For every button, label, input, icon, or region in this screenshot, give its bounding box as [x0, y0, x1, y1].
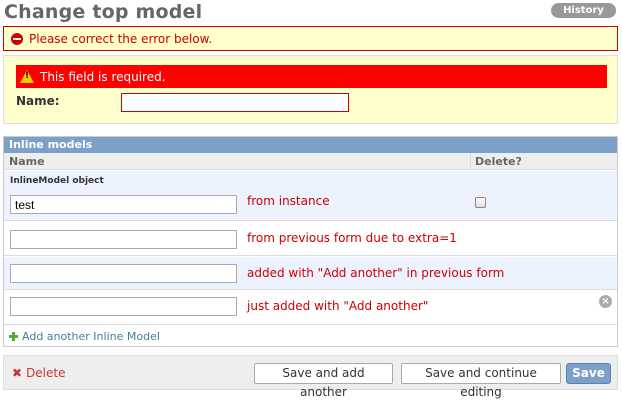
- error-note: Please correct the error below.: [3, 26, 618, 51]
- error-note-text: Please correct the error below.: [29, 31, 213, 46]
- delete-x-icon: ✖: [12, 366, 23, 380]
- history-button[interactable]: History: [551, 3, 616, 18]
- submit-row: ✖ Delete Save and add another Save and c…: [3, 355, 618, 399]
- remove-row-icon[interactable]: ×: [599, 295, 612, 308]
- column-header-delete: Delete?: [475, 155, 522, 168]
- page-title: Change top model: [4, 1, 203, 23]
- inline-row-note: added with "Add another" in previous for…: [247, 266, 505, 280]
- save-continue-button[interactable]: Save and continue editing: [401, 363, 561, 399]
- inline-row-note: from instance: [247, 194, 330, 208]
- inline-name-input[interactable]: [10, 264, 237, 283]
- name-label: Name:: [16, 94, 60, 108]
- add-inline-label: Add another Inline Model: [22, 329, 160, 343]
- inline-name-input[interactable]: [10, 297, 237, 316]
- plus-icon: [9, 331, 18, 341]
- field-error: This field is required.: [16, 65, 607, 88]
- inline-group: Inline models Name Delete? InlineModel o…: [3, 136, 618, 347]
- save-add-another-button[interactable]: Save and add another: [254, 363, 393, 399]
- column-header-name: Name: [9, 155, 45, 168]
- inline-name-input[interactable]: [10, 195, 237, 214]
- inline-name-input[interactable]: [10, 230, 237, 249]
- inline-row: InlineModel object from instance: [4, 171, 617, 221]
- delete-label: Delete: [26, 366, 66, 380]
- inline-row: just added with "Add another" ×: [4, 291, 617, 325]
- save-button[interactable]: Save: [566, 363, 611, 384]
- inline-row: from previous form due to extra=1: [4, 222, 617, 256]
- delete-link[interactable]: ✖ Delete: [12, 366, 66, 380]
- inline-table-header: Name Delete?: [4, 153, 617, 170]
- field-error-text: This field is required.: [40, 69, 166, 84]
- name-input[interactable]: [121, 93, 349, 112]
- inline-row: added with "Add another" in previous for…: [4, 257, 617, 290]
- delete-checkbox[interactable]: [475, 197, 486, 208]
- add-inline-link[interactable]: Add another Inline Model: [4, 326, 617, 346]
- column-divider: [470, 153, 471, 170]
- error-icon: [11, 32, 23, 45]
- warning-icon: [20, 70, 34, 83]
- inline-row-note: from previous form due to extra=1: [247, 231, 457, 245]
- inline-caption: Inline models: [4, 137, 617, 153]
- inline-row-note: just added with "Add another": [247, 299, 429, 313]
- inline-object-title: InlineModel object: [10, 176, 104, 186]
- name-fieldset: This field is required. Name:: [3, 55, 618, 124]
